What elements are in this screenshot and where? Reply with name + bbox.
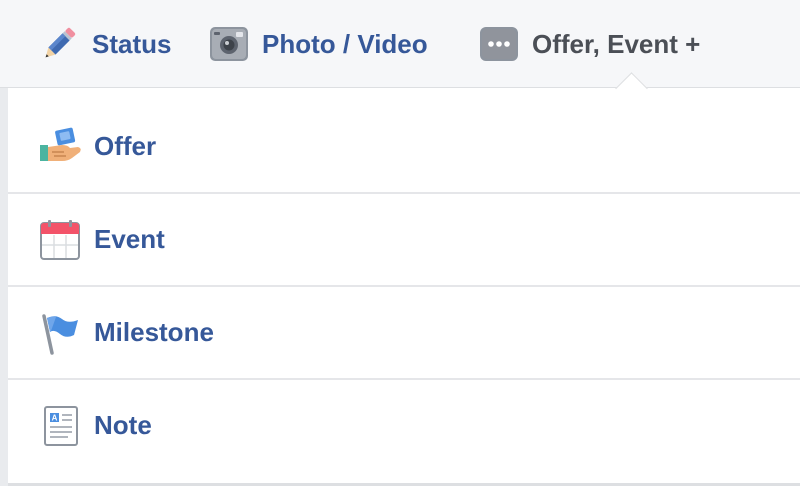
tab-status-label: Status [92, 28, 172, 59]
menu-item-offer[interactable]: Offer [8, 100, 800, 193]
note-icon: A [44, 405, 78, 446]
menu-item-note[interactable]: A Note [8, 379, 800, 472]
pencil-icon [45, 27, 76, 58]
tab-photo-video[interactable]: Photo / Video [208, 22, 428, 66]
flag-icon [42, 313, 78, 355]
offer-hand-icon [40, 127, 81, 161]
menu-item-milestone-label: Milestone [94, 317, 214, 347]
tab-offer-event[interactable]: Offer, Event + [478, 22, 700, 66]
menu-item-note-label: Note [94, 410, 152, 440]
composer-wrapper: Status Photo / Video Offer, Event + Offe… [0, 0, 800, 486]
calendar-icon [40, 219, 80, 260]
camera-icon [210, 27, 248, 61]
menu-item-offer-label: Offer [94, 131, 157, 161]
composer-tab-bar: Status Photo / Video Offer, Event + [0, 0, 800, 88]
tab-status[interactable]: Status [38, 22, 171, 66]
menu-item-event[interactable]: Event [8, 193, 800, 286]
tab-photo-video-label: Photo / Video [262, 28, 428, 59]
more-dots-icon [480, 27, 518, 61]
tab-offer-event-label: Offer, Event + [532, 28, 701, 59]
menu-item-milestone[interactable]: Milestone [8, 286, 800, 379]
svg-text:A: A [52, 413, 58, 422]
menu-item-event-label: Event [94, 224, 165, 254]
